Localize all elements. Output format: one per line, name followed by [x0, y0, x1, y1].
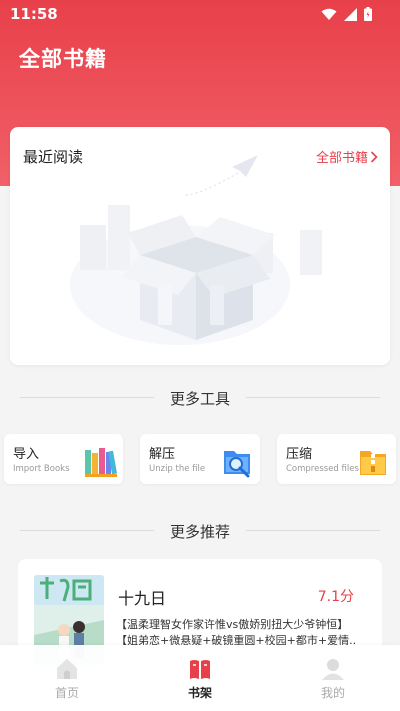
- bottom-tab-bar: 首页 书架 我的: [0, 645, 400, 711]
- unzip-label: 解压: [149, 447, 176, 462]
- recommend-divider-right: [246, 530, 380, 531]
- tab-home[interactable]: 首页: [27, 657, 107, 701]
- status-time: 11:58: [10, 5, 58, 23]
- recommend-section-title: 更多推荐: [169, 523, 230, 541]
- tab-bookshelf[interactable]: 书架: [160, 657, 240, 701]
- book-description-line-1: 【温柔理智女作家许惟vs傲娇别扭大少爷钟恒】: [116, 618, 349, 631]
- recent-reading-card: 最近阅读 全部书籍: [10, 127, 390, 365]
- compress-sublabel: Compressed files: [286, 464, 359, 474]
- empty-box-illustration: [70, 155, 322, 345]
- import-sublabel: Import Books: [13, 464, 70, 474]
- zip-folder-icon: [360, 451, 386, 475]
- tab-home-label: 首页: [54, 686, 79, 700]
- compress-label: 压缩: [286, 447, 313, 462]
- compress-files-card[interactable]: 压缩 Compressed files: [277, 434, 396, 484]
- unzip-file-card[interactable]: 解压 Unzip the file: [140, 434, 260, 484]
- status-bar: 11:58: [0, 0, 400, 28]
- book-title: 十九日: [118, 589, 167, 608]
- home-icon: [57, 659, 77, 679]
- import-label: 导入: [13, 447, 40, 462]
- signal-icon: [344, 7, 357, 21]
- books-icon: [85, 448, 117, 477]
- tools-section-title: 更多工具: [169, 390, 230, 408]
- unzip-search-icon: [224, 451, 250, 478]
- user-icon: [322, 659, 344, 680]
- chevron-right-icon: [370, 150, 378, 163]
- tab-profile[interactable]: 我的: [293, 657, 373, 701]
- book-score: 7.1分: [317, 589, 354, 605]
- tab-profile-label: 我的: [320, 686, 345, 700]
- wifi-icon: [321, 8, 337, 20]
- import-books-card[interactable]: 导入 Import Books: [4, 434, 123, 484]
- page-title: 全部书籍: [19, 47, 107, 71]
- tools-divider-right: [246, 397, 380, 398]
- bookshelf-icon: [190, 660, 210, 679]
- tab-bookshelf-label: 书架: [187, 686, 212, 700]
- unzip-sublabel: Unzip the file: [149, 464, 206, 474]
- battery-icon: [364, 7, 372, 21]
- status-icons: [321, 7, 372, 21]
